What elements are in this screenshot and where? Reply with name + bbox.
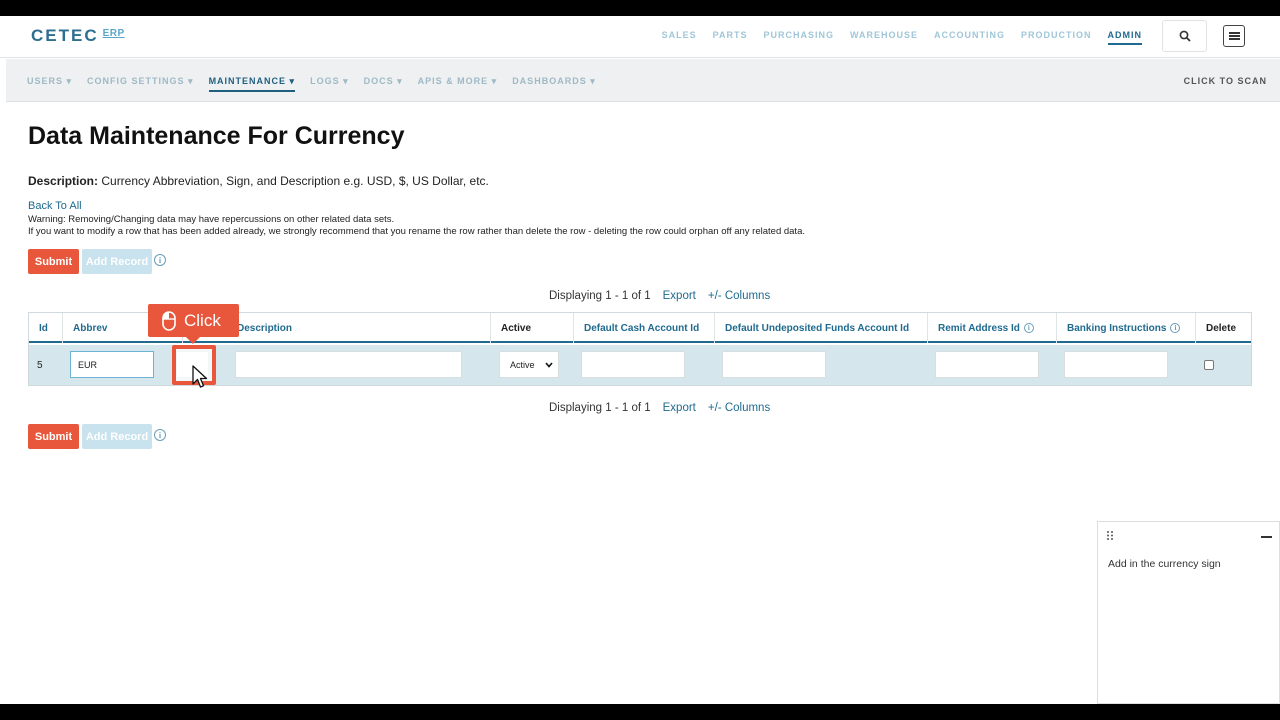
guide-instruction: Add in the currency sign <box>1108 558 1221 570</box>
warning-recommendation: If you want to modify a row that has bee… <box>28 226 805 237</box>
back-to-all-link[interactable]: Back To All <box>28 200 82 212</box>
col-remit-address[interactable]: Remit Address Id i <box>928 313 1057 343</box>
export-link[interactable]: Export <box>663 402 696 414</box>
col-default-cash-account[interactable]: Default Cash Account Id <box>574 313 715 343</box>
col-active[interactable]: Active <box>491 313 574 343</box>
top-navbar: CETEC ERP SALES PARTS PURCHASING WAREHOUS… <box>0 16 1280 58</box>
default-cash-account-input[interactable] <box>581 351 685 378</box>
warning-text: Warning: Removing/Changing data may have… <box>28 214 395 225</box>
col-id[interactable]: Id <box>29 313 63 343</box>
undeposited-funds-input[interactable] <box>722 351 826 378</box>
subnav-config-settings[interactable]: CONFIG SETTINGS ▾ <box>87 76 194 92</box>
chevron-down-icon <box>545 362 553 368</box>
banking-instructions-label: Banking Instructions <box>1067 322 1167 334</box>
click-callout: Click <box>148 304 239 344</box>
sub-nav: USERS ▾ CONFIG SETTINGS ▾ MAINTENANCE ▾ … <box>27 76 596 92</box>
page-title: Data Maintenance For Currency <box>28 122 405 150</box>
col-description[interactable]: Description <box>227 313 491 343</box>
callout-label: Click <box>184 310 221 330</box>
brand-logo[interactable]: CETEC ERP <box>31 26 125 46</box>
hamburger-icon <box>1228 35 1240 37</box>
info-icon[interactable]: i <box>154 254 166 266</box>
abbrev-input[interactable]: EUR <box>70 351 154 378</box>
subnav-docs[interactable]: DOCS ▾ <box>364 76 403 92</box>
page-description: Description: Currency Abbreviation, Sign… <box>28 174 489 188</box>
col-delete[interactable]: Delete <box>1196 313 1251 343</box>
hamburger-menu-button[interactable] <box>1223 25 1245 47</box>
columns-link[interactable]: +/- Columns <box>708 402 770 414</box>
col-banking-instructions[interactable]: Banking Instructions i <box>1057 313 1196 343</box>
brand-name: CETEC <box>31 26 99 45</box>
drag-handle-icon[interactable] <box>1106 530 1114 541</box>
info-icon[interactable]: i <box>154 429 166 441</box>
app-frame: CETEC ERP SALES PARTS PURCHASING WAREHOUS… <box>0 16 1280 704</box>
pager-count: Displaying 1 - 1 of 1 <box>549 402 651 414</box>
submit-button-bottom[interactable]: Submit <box>28 424 79 449</box>
sub-navbar: USERS ▾ CONFIG SETTINGS ▾ MAINTENANCE ▾ … <box>6 59 1280 102</box>
nav-warehouse[interactable]: WAREHOUSE <box>850 30 918 45</box>
subnav-apis-more[interactable]: APIS & MORE ▾ <box>418 76 498 92</box>
brand-suffix: ERP <box>102 28 125 39</box>
remit-address-input[interactable] <box>935 351 1039 378</box>
active-select-value: Active <box>510 359 535 370</box>
add-record-button-top[interactable]: Add Record <box>82 249 152 274</box>
row-id: 5 <box>37 359 43 371</box>
pager-top: Displaying 1 - 1 of 1 Export +/- Columns <box>549 290 770 302</box>
nav-production[interactable]: PRODUCTION <box>1021 30 1092 45</box>
description-text: Currency Abbreviation, Sign, and Descrip… <box>98 174 489 188</box>
remit-address-label: Remit Address Id <box>938 322 1020 334</box>
col-default-undeposited-funds[interactable]: Default Undeposited Funds Account Id <box>715 313 928 343</box>
info-icon[interactable]: i <box>1023 323 1034 333</box>
banking-instructions-input[interactable] <box>1064 351 1168 378</box>
description-input[interactable] <box>235 351 462 378</box>
search-icon <box>1179 30 1191 42</box>
subnav-logs[interactable]: LOGS ▾ <box>310 76 349 92</box>
delete-checkbox[interactable] <box>1204 360 1214 370</box>
active-select[interactable]: Active <box>499 351 559 378</box>
description-label: Description: <box>28 174 99 188</box>
pager-count: Displaying 1 - 1 of 1 <box>549 290 651 302</box>
pager-bottom: Displaying 1 - 1 of 1 Export +/- Columns <box>549 402 770 414</box>
guide-panel: Add in the currency sign <box>1097 521 1280 704</box>
subnav-users[interactable]: USERS ▾ <box>27 76 72 92</box>
search-button[interactable] <box>1162 20 1207 52</box>
subnav-dashboards[interactable]: DASHBOARDS ▾ <box>512 76 596 92</box>
mouse-icon <box>162 310 176 331</box>
nav-parts[interactable]: PARTS <box>713 30 748 45</box>
click-to-scan-button[interactable]: CLICK TO SCAN <box>1184 76 1267 86</box>
nav-admin[interactable]: ADMIN <box>1107 30 1142 45</box>
main-nav: SALES PARTS PURCHASING WAREHOUSE ACCOUNT… <box>662 30 1142 45</box>
submit-button-top[interactable]: Submit <box>28 249 79 274</box>
subnav-maintenance[interactable]: MAINTENANCE ▾ <box>208 76 296 92</box>
columns-link[interactable]: +/- Columns <box>708 290 770 302</box>
add-record-button-bottom[interactable]: Add Record <box>82 424 152 449</box>
minimize-icon[interactable] <box>1261 536 1272 538</box>
nav-sales[interactable]: SALES <box>662 30 697 45</box>
nav-purchasing[interactable]: PURCHASING <box>763 30 834 45</box>
nav-accounting[interactable]: ACCOUNTING <box>934 30 1005 45</box>
cursor-icon <box>192 365 208 388</box>
export-link[interactable]: Export <box>663 290 696 302</box>
info-icon[interactable]: i <box>1170 323 1181 333</box>
